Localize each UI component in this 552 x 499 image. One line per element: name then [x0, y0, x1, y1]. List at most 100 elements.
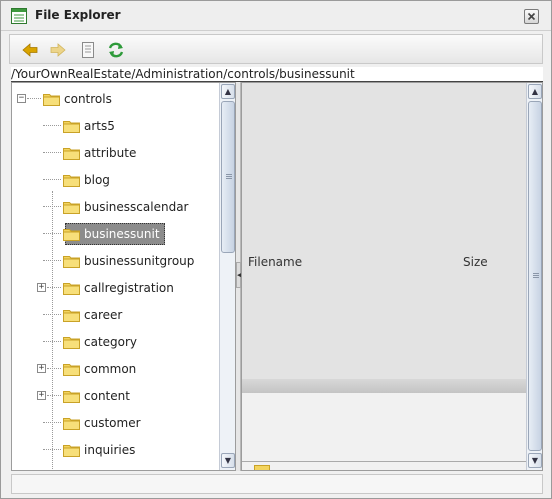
- window-list-icon: [11, 8, 27, 24]
- column-size[interactable]: Size: [463, 255, 488, 269]
- forward-button[interactable]: [48, 40, 68, 60]
- folder-icon: [63, 256, 80, 268]
- tree-connector: [43, 179, 61, 180]
- tree-connector: [43, 152, 61, 153]
- tree-node-career[interactable]: career: [12, 302, 219, 329]
- grip-line: [226, 174, 232, 175]
- tree-node-label: category: [84, 335, 138, 349]
- file-list[interactable]: Filename Size ▲ ▼: [241, 82, 543, 471]
- tree-node-label: customer: [84, 416, 141, 430]
- tree-connector: [47, 395, 61, 396]
- folder-icon: [63, 337, 80, 349]
- tree-node-businessunit[interactable]: businessunit: [12, 221, 219, 248]
- list-item[interactable]: [254, 465, 514, 470]
- scroll-down-button[interactable]: ▼: [221, 453, 235, 468]
- tree-node-inquiries[interactable]: inquiries: [12, 437, 219, 464]
- folder-icon: [63, 229, 80, 241]
- file-list-header: Filename Size: [242, 251, 526, 273]
- folder-tree[interactable]: − controls arts5 attribute blog businesscal…: [11, 82, 236, 471]
- column-filename[interactable]: Filename: [248, 255, 302, 269]
- tree-connector: [43, 314, 61, 315]
- folder-icon: [63, 445, 80, 457]
- file-list-body: [242, 393, 526, 470]
- tree-node-label: businessunitgroup: [84, 254, 195, 268]
- tree-node-label: inquiries: [84, 443, 136, 457]
- path-breadcrumb[interactable]: /YourOwnRealEstate/Administration/contro…: [11, 67, 543, 82]
- tree-connector: [47, 368, 61, 369]
- tree-connector: [43, 449, 61, 450]
- scroll-up-button[interactable]: ▲: [221, 84, 235, 99]
- tree-node-label: blog: [84, 173, 110, 187]
- divider: [242, 461, 526, 462]
- grip-line: [226, 178, 232, 179]
- folder-icon: [63, 310, 80, 322]
- tree-node-blog[interactable]: blog: [12, 167, 219, 194]
- tree-node-customer[interactable]: customer: [12, 410, 219, 437]
- tree-connector: [27, 98, 41, 99]
- tree-node-label: content: [84, 389, 130, 403]
- tree-node-label: arts5: [84, 119, 115, 133]
- tree-node-category[interactable]: category: [12, 329, 219, 356]
- tree-node-label: businessunit: [84, 227, 160, 241]
- arrow-left-icon: [22, 43, 38, 57]
- status-bar: [11, 474, 543, 494]
- tree-scrollbar[interactable]: ▲ ▼: [219, 83, 235, 470]
- document-icon: [82, 42, 94, 58]
- expand-icon[interactable]: +: [37, 391, 46, 400]
- expand-icon[interactable]: +: [37, 283, 46, 292]
- expand-icon[interactable]: +: [37, 364, 46, 373]
- tree-node-content[interactable]: + content: [12, 383, 219, 410]
- close-button[interactable]: [524, 9, 539, 24]
- arrow-right-icon: [50, 43, 66, 57]
- tree-connector: [43, 206, 61, 207]
- tree-connector: [43, 125, 61, 126]
- tree-node-label: attribute: [84, 146, 137, 160]
- tree-node-businesscalendar[interactable]: businesscalendar: [12, 194, 219, 221]
- list-scrollbar[interactable]: ▲ ▼: [526, 83, 542, 470]
- file-list-area: [242, 83, 526, 379]
- folder-icon: [63, 418, 80, 430]
- properties-button[interactable]: [78, 40, 98, 60]
- tree-connector: [43, 341, 61, 342]
- tree-node-label: callregistration: [84, 281, 174, 295]
- refresh-icon: [108, 42, 124, 58]
- refresh-button[interactable]: [106, 40, 126, 60]
- tree-node-controls[interactable]: − controls: [12, 86, 219, 113]
- tree-node-common[interactable]: + common: [12, 356, 219, 383]
- close-icon: [527, 12, 536, 21]
- folder-icon: [43, 94, 60, 106]
- back-button[interactable]: [20, 40, 40, 60]
- toolbar: [9, 34, 543, 64]
- folder-icon: [254, 465, 270, 470]
- tree-connector: [43, 260, 61, 261]
- tree-node-label: career: [84, 308, 123, 322]
- scroll-down-button[interactable]: ▼: [528, 453, 542, 468]
- scroll-thumb[interactable]: [221, 101, 235, 253]
- grip-line: [533, 277, 539, 278]
- tree-node-label: businesscalendar: [84, 200, 189, 214]
- tree-node-businessunitgroup[interactable]: businessunitgroup: [12, 248, 219, 275]
- horizontal-scroll-track[interactable]: [242, 379, 526, 393]
- tree-connector: [47, 287, 61, 288]
- scroll-up-button[interactable]: ▲: [528, 84, 542, 99]
- tree-node-callregistration[interactable]: + callregistration: [12, 275, 219, 302]
- tree-node-label: common: [84, 362, 137, 376]
- tree-node-arts5[interactable]: arts5: [12, 113, 219, 140]
- grip-line: [533, 273, 539, 274]
- folder-icon: [63, 391, 80, 403]
- folder-icon: [63, 175, 80, 187]
- collapse-icon[interactable]: −: [17, 94, 26, 103]
- grip-line: [533, 275, 539, 276]
- folder-icon: [63, 283, 80, 295]
- folder-icon: [63, 202, 80, 214]
- folder-icon: [63, 364, 80, 376]
- scroll-thumb[interactable]: [528, 101, 542, 451]
- folder-tree-content: − controls arts5 attribute blog businesscal…: [12, 83, 219, 470]
- window-title: File Explorer: [35, 8, 121, 22]
- folder-icon: [63, 148, 80, 160]
- grip-line: [226, 176, 232, 177]
- tree-connector: [43, 233, 61, 234]
- tree-node-attribute[interactable]: attribute: [12, 140, 219, 167]
- tree-connector: [43, 422, 61, 423]
- title-bar[interactable]: File Explorer: [1, 1, 551, 31]
